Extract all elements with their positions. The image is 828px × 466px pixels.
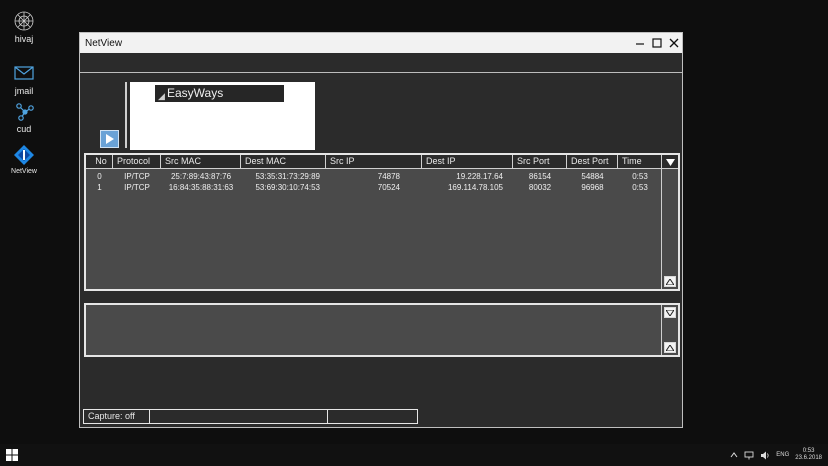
clock-date: 23.6.2018: [795, 455, 822, 461]
maximize-icon: [651, 38, 662, 48]
language-indicator[interactable]: ENG: [776, 452, 789, 458]
cell-src-port: 86154: [528, 172, 552, 181]
netview-icon: [14, 145, 34, 165]
desktop-icon-netview[interactable]: NetView: [4, 144, 44, 175]
desktop-icon-jmail[interactable]: jmail: [4, 62, 44, 96]
cell-dest-port: 96968: [581, 183, 604, 192]
cell-src-mac: 16:84:35:88:31:63: [168, 183, 234, 192]
desktop-icon-hivaj[interactable]: hivaj: [4, 10, 44, 44]
scroll-down-button[interactable]: [664, 307, 676, 318]
header-expand-button[interactable]: [662, 155, 678, 169]
play-icon: [106, 134, 114, 144]
window-title: NetView: [85, 37, 123, 49]
cell-protocol: IP/TCP: [124, 172, 150, 181]
cell-dest-port: 54884: [581, 172, 604, 181]
system-tray: ENG 0:53 23.6.2018: [730, 446, 822, 464]
column-header-src-mac[interactable]: Src MAC: [161, 155, 241, 169]
column-header-src-ip[interactable]: Src IP: [326, 155, 422, 169]
cell-dest-ip: 169.114.78.105: [447, 183, 503, 192]
video-preview: ◢ EasyWays: [130, 82, 315, 150]
logo: ◢ EasyWays: [155, 85, 284, 102]
triangle-up-icon: [666, 278, 674, 285]
network-nodes-icon: [16, 103, 34, 121]
window-controls: [631, 33, 682, 53]
clock[interactable]: 0:53 23.6.2018: [795, 448, 822, 462]
desktop-icon-label: NetView: [11, 168, 37, 175]
column-header-time[interactable]: Time: [618, 155, 662, 169]
cell-dest-ip: 19.228.17.64: [456, 172, 503, 181]
cell-src-mac: 25:7:89:43:87:76: [170, 172, 232, 181]
desktop-icon-label: cud: [16, 124, 32, 134]
windows-start-icon[interactable]: [6, 449, 18, 461]
cell-src-ip: 70524: [377, 183, 400, 192]
column-header-dest-ip[interactable]: Dest IP: [422, 155, 513, 169]
cell-no: 0: [97, 172, 102, 181]
column-header-src-port[interactable]: Src Port: [513, 155, 567, 169]
play-button[interactable]: [100, 130, 119, 148]
table-body: 0 IP/TCP 25:7:89:43:87:76 53:35:31:73:29…: [86, 171, 662, 193]
column-header-no[interactable]: No: [86, 155, 113, 169]
minimize-icon: [635, 43, 644, 45]
detail-scrollbar[interactable]: [661, 305, 678, 355]
packet-detail-pane: [84, 303, 680, 357]
volume-icon[interactable]: [760, 451, 770, 460]
packet-table: No Protocol Src MAC Dest MAC Src IP Dest…: [84, 153, 680, 291]
cell-src-ip: 74878: [377, 172, 400, 181]
cell-dest-mac: 53:35:31:73:29:89: [255, 172, 320, 181]
menu-bar: [80, 53, 682, 73]
mail-icon: [14, 66, 34, 80]
cell-no: 1: [97, 183, 102, 192]
status-bar: Capture: off: [83, 409, 418, 424]
status-cell: [150, 410, 328, 423]
chevron-up-icon[interactable]: [730, 452, 738, 458]
cell-dest-mac: 53:69:30:10:74:53: [255, 183, 320, 192]
logo-text: EasyWays: [167, 86, 224, 100]
maximize-button[interactable]: [648, 33, 665, 53]
column-header-dest-port[interactable]: Dest Port: [567, 155, 618, 169]
scroll-up-button[interactable]: [664, 342, 676, 353]
column-header-protocol[interactable]: Protocol: [113, 155, 161, 169]
table-header: No Protocol Src MAC Dest MAC Src IP Dest…: [86, 155, 678, 169]
capture-status: Capture: off: [84, 410, 150, 423]
player-divider: [125, 82, 127, 148]
table-scrollbar[interactable]: [661, 169, 678, 289]
netview-window: NetView ◢ EasyWays No Protocol Src MAC D…: [79, 32, 683, 428]
signal-icon: ◢: [158, 91, 165, 101]
triangle-down-icon: [666, 309, 674, 316]
title-bar[interactable]: NetView: [80, 33, 682, 53]
cell-protocol: IP/TCP: [124, 183, 150, 192]
close-button[interactable]: [665, 33, 682, 53]
desktop-icon-label: hivaj: [14, 34, 34, 44]
column-header-dest-mac[interactable]: Dest MAC: [241, 155, 326, 169]
desktop-icon-label: jmail: [14, 86, 34, 96]
scroll-up-button[interactable]: [664, 276, 676, 287]
triangle-up-icon: [666, 344, 674, 351]
cell-time: 0:53: [632, 172, 648, 181]
triangle-down-icon: [665, 158, 675, 166]
clock-time: 0:53: [802, 448, 815, 454]
network-icon[interactable]: [744, 451, 754, 460]
close-icon: [669, 38, 678, 48]
table-row[interactable]: 1 IP/TCP 16:84:35:88:31:63 53:69:30:10:7…: [86, 182, 662, 193]
status-cell: [328, 410, 417, 423]
cell-time: 0:53: [632, 183, 648, 192]
desktop-icon-cud[interactable]: cud: [4, 100, 44, 134]
taskbar: ENG 0:53 23.6.2018: [0, 444, 828, 466]
cell-src-port: 80032: [528, 183, 552, 192]
table-row[interactable]: 0 IP/TCP 25:7:89:43:87:76 53:35:31:73:29…: [86, 171, 662, 182]
web-icon: [14, 11, 34, 31]
minimize-button[interactable]: [631, 33, 648, 53]
